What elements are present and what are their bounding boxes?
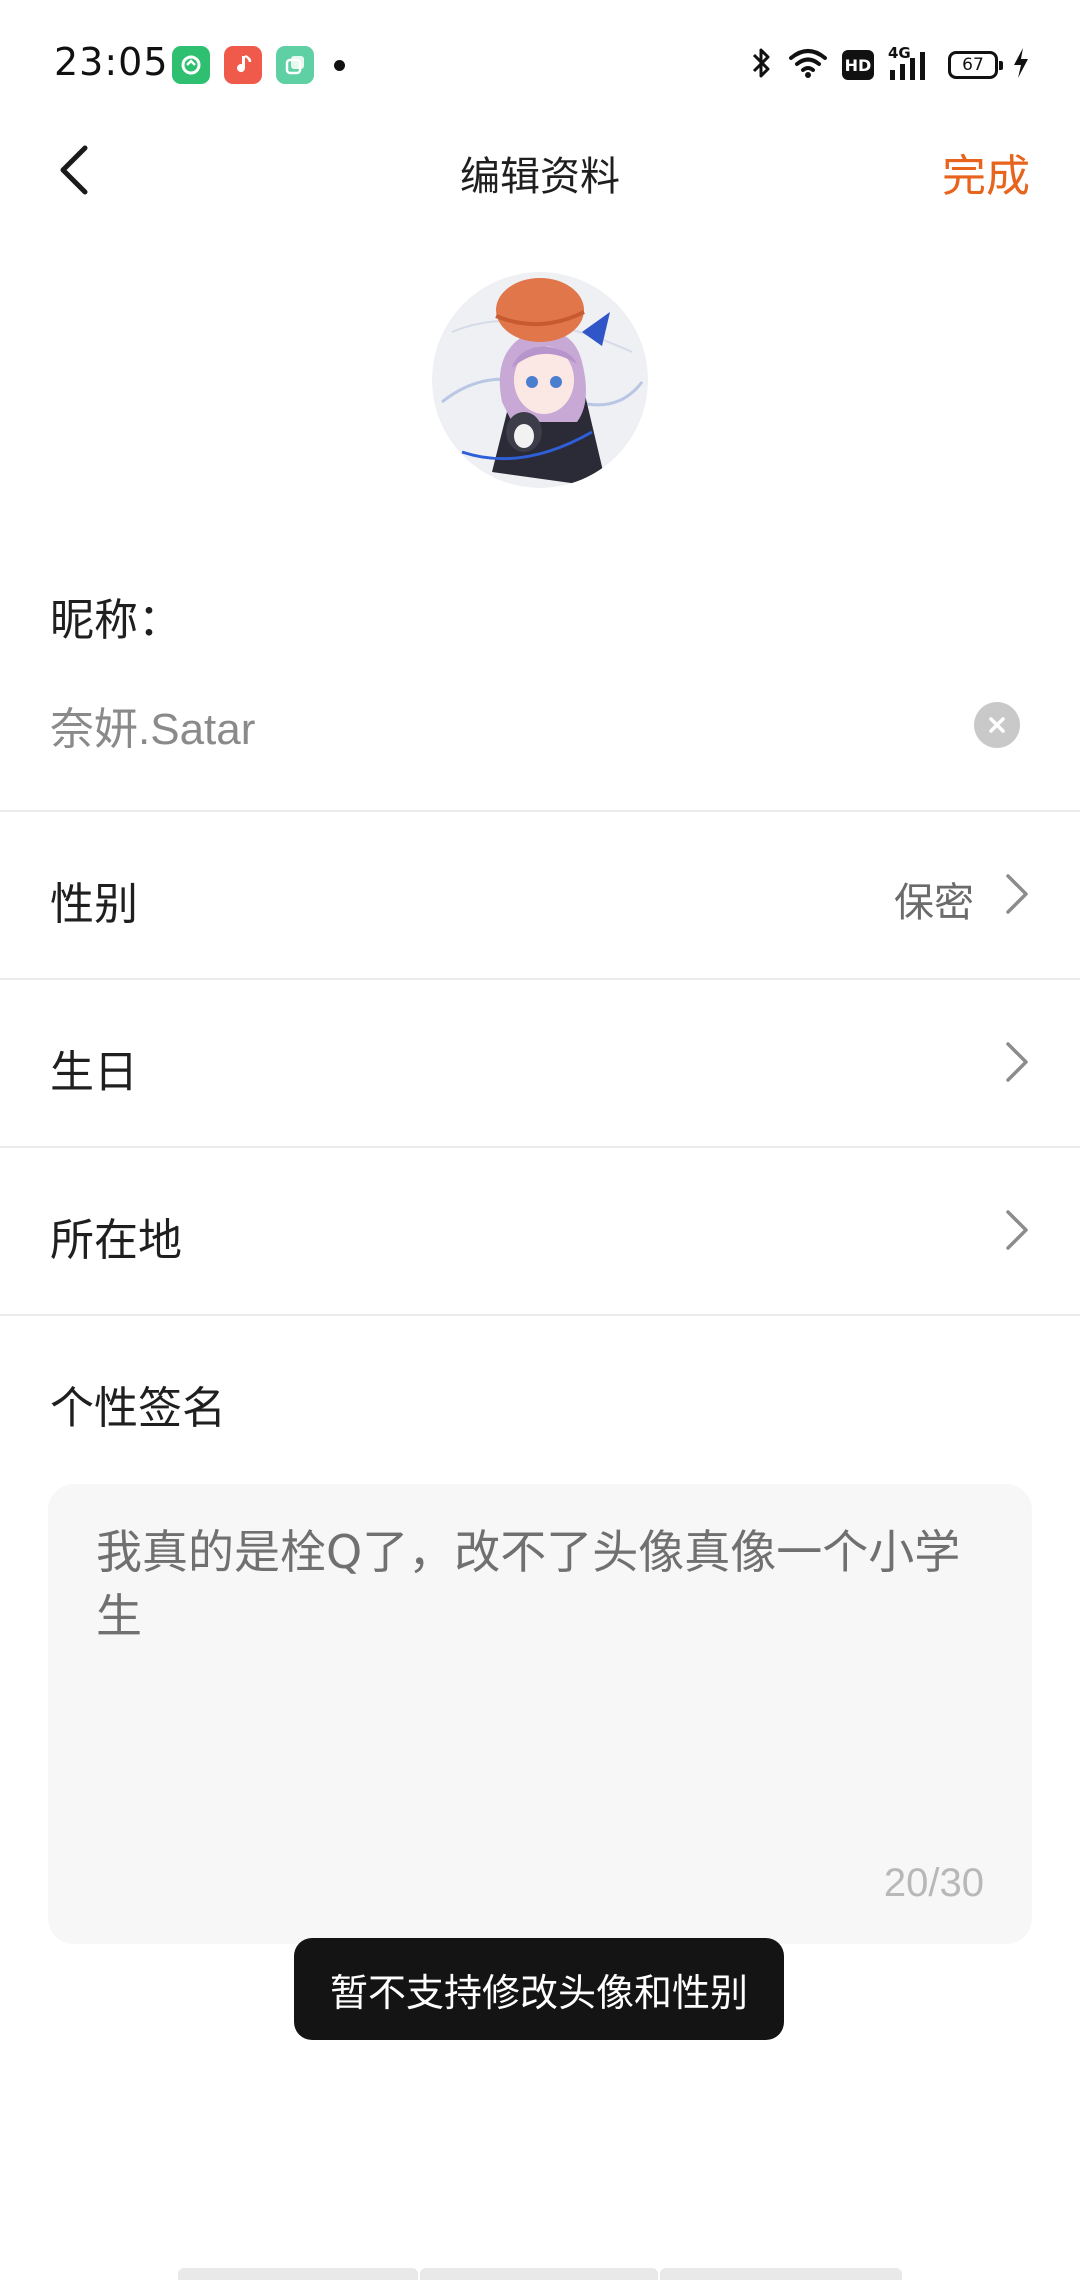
signature-char-counter: 20/30: [883, 1861, 984, 1905]
status-time: 23:05: [54, 40, 169, 84]
hd-voice-icon: HD: [842, 50, 874, 80]
close-icon: [989, 717, 1005, 733]
nav-bar: 编辑资料 完成: [0, 130, 1080, 210]
birthday-row[interactable]: 生日: [0, 980, 1080, 1146]
gender-row[interactable]: 性别 保密: [0, 812, 1080, 978]
gesture-bar: [420, 2268, 658, 2280]
toast-message: 暂不支持修改头像和性别: [294, 1938, 784, 2040]
gender-value: 保密: [894, 880, 974, 926]
layers-app-icon: [276, 46, 314, 84]
location-row[interactable]: 所在地: [0, 1148, 1080, 1314]
clear-nickname-button[interactable]: [974, 702, 1020, 748]
wifi-icon: [788, 47, 828, 83]
battery-icon: 67: [948, 51, 1003, 79]
avatar-image: [432, 272, 648, 488]
music-app-icon: [224, 46, 262, 84]
nickname-label: 昵称：: [50, 595, 182, 646]
nickname-row: [50, 690, 1030, 760]
chevron-right-icon: [1006, 874, 1028, 914]
bluetooth-icon: [750, 46, 774, 84]
done-button[interactable]: 完成: [942, 140, 1030, 204]
gender-label: 性别: [50, 879, 138, 930]
system-status-icons: HD 4G 67: [736, 44, 1030, 84]
birthday-label: 生日: [50, 1047, 138, 1098]
signature-label: 个性签名: [50, 1383, 226, 1434]
nickname-input[interactable]: [50, 690, 930, 760]
cellular-signal-icon: 4G: [888, 44, 934, 82]
gesture-bar: [660, 2268, 902, 2280]
divider: [0, 1314, 1080, 1316]
chevron-right-icon: [1006, 1210, 1028, 1250]
avatar[interactable]: [432, 272, 648, 488]
signature-textarea[interactable]: 我真的是栓Q了，改不了头像真像一个小学生 20/30: [48, 1484, 1032, 1944]
page-title: 编辑资料: [460, 154, 620, 200]
gesture-bar: [178, 2268, 418, 2280]
signature-text: 我真的是栓Q了，改不了头像真像一个小学生: [96, 1525, 961, 1643]
charging-icon: [1012, 47, 1030, 83]
notification-icons: [172, 46, 345, 84]
leaf-app-icon: [172, 46, 210, 84]
battery-level: 67: [962, 55, 984, 75]
edit-profile-screen: 23:05 HD 4G 67 编辑资料 完成 昵称： 奈妍.Satar 性别 保…: [0, 0, 1080, 2280]
chevron-right-icon: [1006, 1042, 1028, 1082]
more-notifications-dot: [334, 59, 345, 71]
status-bar: 23:05 HD 4G 67: [0, 0, 1080, 130]
location-label: 所在地: [50, 1215, 182, 1266]
